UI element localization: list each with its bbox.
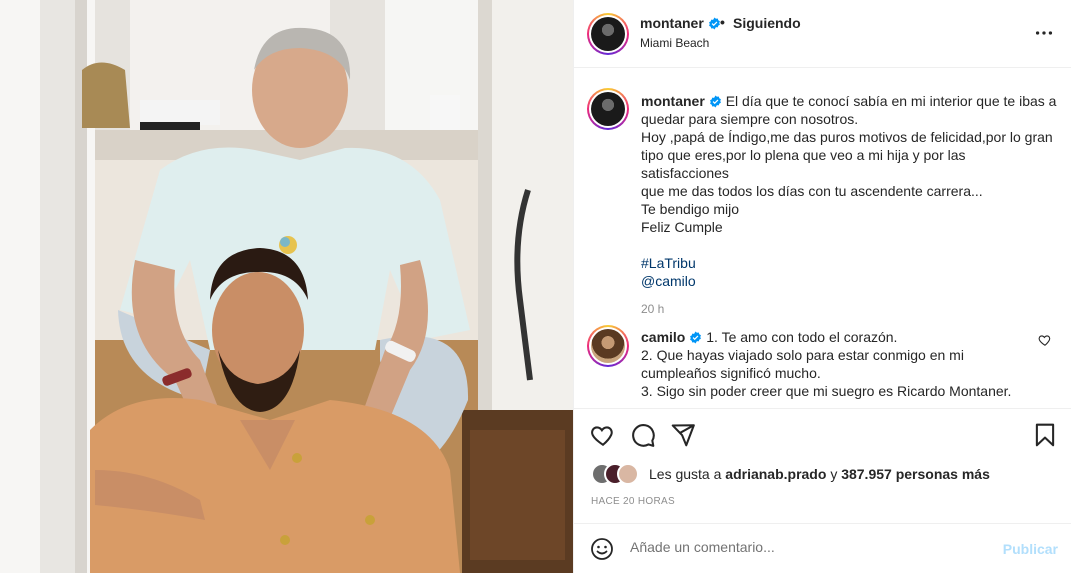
caption-text: montaner El día que te conocí sabía en m… <box>641 88 1057 290</box>
comment-line: 1. Te amo con todo el corazón. <box>706 329 898 345</box>
likes-text: Les gusta a adrianab.prado y 387.957 per… <box>649 466 990 482</box>
location-link[interactable]: Miami Beach <box>640 36 709 50</box>
comment-line: cumpleaños significó mucho. <box>641 365 821 381</box>
post-panel: montaner • Siguiendo Miami Beach montane… <box>573 0 1071 573</box>
bookmark-icon[interactable] <box>1032 422 1058 448</box>
verified-badge-icon <box>709 95 721 108</box>
comment-text: camilo 1. Te amo con todo el corazón. 2.… <box>641 325 1057 400</box>
comment-item: camilo 1. Te amo con todo el corazón. 2.… <box>587 325 1057 400</box>
more-options-icon[interactable] <box>1033 22 1055 44</box>
liker-avatar[interactable] <box>617 463 639 485</box>
post-photo-illustration <box>0 0 573 573</box>
verified-badge-icon <box>690 331 702 344</box>
publish-button[interactable]: Publicar <box>1003 541 1058 557</box>
camilo-avatar[interactable] <box>587 325 629 367</box>
caption-line: Feliz Cumple <box>641 219 723 235</box>
liker-username[interactable]: adrianab.prado <box>725 466 826 482</box>
caption: montaner El día que te conocí sabía en m… <box>587 88 1057 316</box>
heart-icon[interactable] <box>590 422 616 448</box>
post-time[interactable]: HACE 20 HORAS <box>591 496 675 507</box>
mention-link[interactable]: @camilo <box>641 272 1057 290</box>
likes-row: Les gusta a adrianab.prado y 387.957 per… <box>591 463 1061 485</box>
emoji-icon[interactable] <box>590 537 614 561</box>
caption-line: Hoy ,papá de Índigo,me das puros motivos… <box>641 129 1053 145</box>
comment-line: 2. Que hayas viajado solo para estar con… <box>641 347 964 363</box>
hashtag-link[interactable]: #LaTribu <box>641 254 1057 272</box>
share-icon[interactable] <box>670 422 696 448</box>
likes-count[interactable]: 387.957 personas más <box>841 466 990 482</box>
following-button[interactable]: Siguiendo <box>733 15 801 31</box>
header-separator: • <box>720 14 725 30</box>
caption-timestamp[interactable]: 20 h <box>641 302 1057 316</box>
comment-username[interactable]: camilo <box>641 329 685 345</box>
header-username-text[interactable]: montaner <box>640 15 704 31</box>
caption-line: que me das todos los días con tu ascende… <box>641 183 983 199</box>
verified-badge-icon <box>708 17 720 30</box>
comment-icon[interactable] <box>630 422 656 448</box>
likes-connector: y <box>830 466 838 482</box>
comment-line: 3. Sigo sin poder creer que mi suegro es… <box>641 383 1012 399</box>
likes-prefix: Les gusta a <box>649 466 722 482</box>
caption-line: quedar para siempre con nosotros. <box>641 111 859 127</box>
post-actions: Les gusta a adrianab.prado y 387.957 per… <box>574 408 1071 523</box>
comment-input[interactable] <box>630 539 990 555</box>
caption-avatar[interactable] <box>587 88 629 130</box>
montaner-avatar[interactable] <box>587 13 629 55</box>
caption-line: tipo que eres,por lo plena que veo a mi … <box>641 147 966 181</box>
caption-line: Te bendigo mijo <box>641 201 740 217</box>
post-header: montaner • Siguiendo Miami Beach <box>574 0 1071 68</box>
heart-outline-icon[interactable] <box>1038 333 1052 347</box>
add-comment-bar: Publicar <box>574 523 1071 573</box>
caption-line: El día que te conocí sabía en mi interio… <box>725 93 1057 109</box>
post-photo[interactable] <box>0 0 573 573</box>
comments-area[interactable]: montaner El día que te conocí sabía en m… <box>574 69 1071 409</box>
header-username[interactable]: montaner <box>640 15 721 31</box>
caption-username[interactable]: montaner <box>641 93 705 109</box>
